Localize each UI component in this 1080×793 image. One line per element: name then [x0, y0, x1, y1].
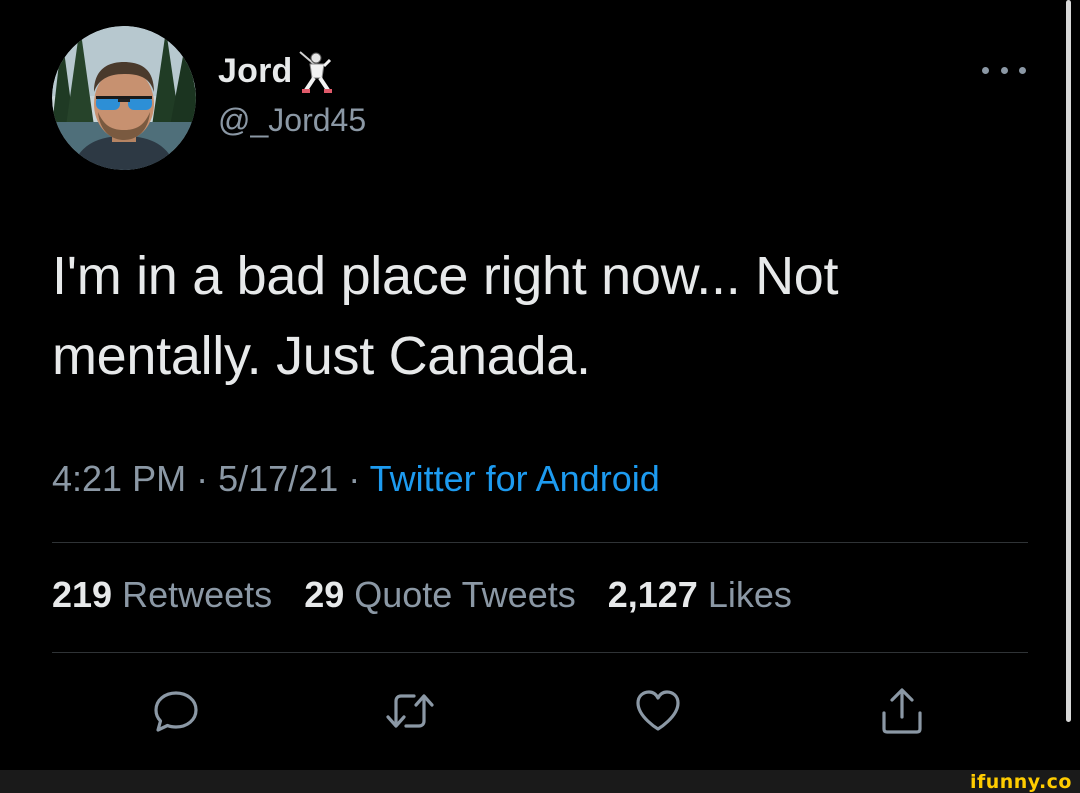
tweet-date[interactable]: 5/17/21 — [218, 458, 338, 499]
scrollbar[interactable] — [1066, 0, 1071, 722]
retweet-icon — [386, 694, 434, 728]
tweet-actions — [0, 686, 1080, 736]
ifunny-watermark: ifunny.co — [969, 771, 1072, 793]
more-options-button[interactable] — [982, 58, 1026, 82]
meta-separator: · — [196, 458, 209, 499]
likes-stat[interactable]: 2,127 Likes — [608, 574, 792, 615]
more-dots-icon — [1000, 66, 1008, 74]
tweet-text: I'm in a bad place right now... Not ment… — [52, 246, 839, 386]
avatar[interactable] — [52, 26, 196, 170]
display-name[interactable]: Jord — [218, 52, 292, 91]
likes-label: Likes — [707, 574, 792, 615]
more-dots-icon — [982, 66, 989, 74]
tweet-stats: 219 Retweets 29 Quote Tweets 2,127 Likes — [52, 574, 792, 616]
share-button[interactable] — [876, 686, 928, 736]
divider — [52, 542, 1028, 543]
more-dots-icon — [1019, 66, 1026, 74]
fencer-icon — [296, 48, 334, 94]
user-handle[interactable]: @_Jord45 — [218, 102, 366, 139]
display-name-row[interactable]: Jord — [218, 46, 334, 96]
quote-tweets-stat[interactable]: 29 Quote Tweets — [304, 574, 576, 615]
reply-button[interactable] — [150, 686, 202, 736]
divider — [52, 652, 1028, 653]
tweet-meta: 4:21 PM · 5/17/21 · Twitter for Android — [52, 458, 660, 500]
heart-icon — [636, 690, 680, 731]
tweet-detail: Jord @_Jord45 I'm in a bad place right n… — [0, 0, 1080, 770]
retweets-stat[interactable]: 219 Retweets — [52, 574, 272, 615]
watermark-bar: ifunny.co — [0, 770, 1080, 793]
like-button[interactable] — [632, 686, 684, 736]
meta-separator: · — [348, 458, 361, 499]
retweets-label: Retweets — [122, 574, 273, 615]
tweet-time[interactable]: 4:21 PM — [52, 458, 186, 499]
retweet-button[interactable] — [384, 686, 436, 736]
share-icon — [882, 688, 922, 734]
likes-count: 2,127 — [607, 574, 698, 615]
tweet-source-link[interactable]: Twitter for Android — [370, 458, 660, 499]
quote-tweets-count: 29 — [304, 574, 345, 615]
quote-tweets-label: Quote Tweets — [354, 574, 576, 615]
reply-icon — [154, 691, 198, 732]
retweets-count: 219 — [52, 574, 113, 615]
